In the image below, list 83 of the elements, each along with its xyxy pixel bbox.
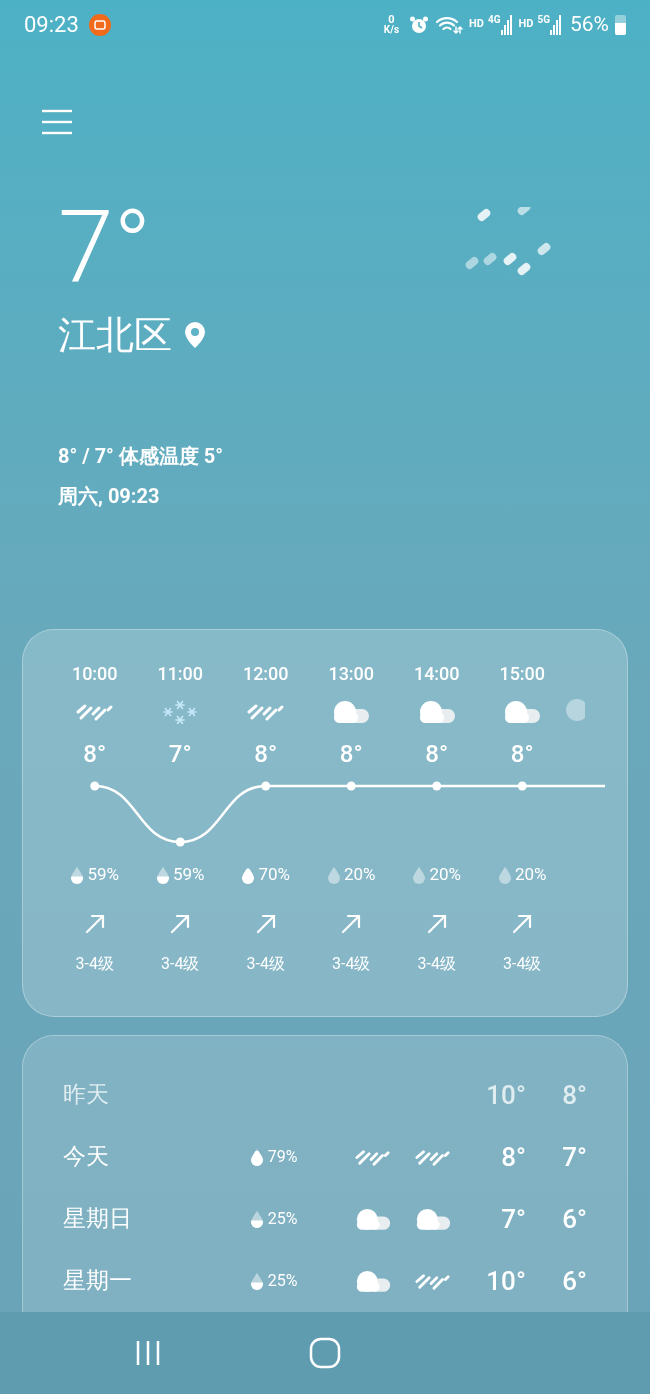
hour-label: 13:00	[328, 662, 375, 685]
raindrop-icon	[249, 1148, 264, 1166]
hour-label: 12:00	[242, 662, 289, 685]
raindrop-icon	[497, 865, 512, 884]
high-temperature: 10°	[485, 1264, 526, 1298]
network-speed-unit: K/s	[383, 24, 400, 35]
rain-icon	[413, 1147, 452, 1167]
wind-level: 3-4级	[332, 952, 371, 975]
high-temperature: 8°	[500, 1140, 526, 1174]
location-pin-icon	[184, 321, 206, 350]
wind-level: 3-4级	[503, 952, 542, 975]
cloud-icon	[502, 700, 543, 725]
rain-icon	[245, 702, 286, 723]
precipitation-chance: 20%	[429, 863, 462, 887]
precipitation-chance: 25%	[267, 1208, 298, 1230]
signal-icon	[500, 14, 513, 35]
network-type-label: 5G	[537, 14, 550, 25]
hour-temperature: 7°	[168, 740, 192, 769]
precipitation-chance: 20%	[343, 863, 376, 887]
hour-label: 11:00	[157, 662, 204, 685]
cloud-icon	[331, 700, 372, 725]
low-temperature: 6°	[561, 1202, 587, 1236]
rain-icon	[413, 1271, 452, 1291]
hour-label: 10:00	[71, 662, 118, 685]
alarm-clock-icon	[409, 14, 430, 35]
rain-icon	[353, 1147, 392, 1167]
low-temperature: 6°	[561, 1264, 587, 1298]
menu-icon[interactable]	[42, 109, 72, 136]
hd-voice-label: HD	[518, 16, 534, 33]
precipitation-chance: 25%	[267, 1270, 298, 1292]
app-notification-icon	[88, 13, 111, 36]
wind-direction-arrow-icon	[255, 913, 276, 934]
precipitation-chance: 59%	[87, 863, 120, 887]
current-temperature: 7°	[58, 197, 153, 298]
raindrop-icon	[70, 865, 85, 884]
hd-voice-label: HD	[469, 16, 484, 33]
wind-level: 3-4级	[246, 952, 285, 975]
precipitation-chance: 59%	[172, 863, 205, 887]
wind-direction-arrow-icon	[512, 913, 533, 934]
wind-direction-arrow-icon	[84, 913, 105, 934]
day-name: 星期一	[63, 1265, 133, 1296]
signal-icon	[550, 14, 562, 35]
precipitation-chance: 70%	[258, 863, 291, 887]
hour-label: 15:00	[499, 662, 546, 685]
cloud-icon	[565, 698, 585, 723]
low-temperature: 8°	[561, 1078, 587, 1112]
clock: 09:23	[24, 11, 79, 40]
raindrop-icon	[241, 865, 256, 884]
raindrop-icon	[249, 1210, 264, 1228]
wind-level: 3-4级	[417, 952, 456, 975]
network-type-label: 4G	[487, 14, 501, 25]
date-time: 周六, 09:23	[58, 483, 161, 511]
wind-direction-arrow-icon	[426, 913, 447, 934]
battery-icon	[615, 14, 626, 35]
raindrop-icon	[326, 865, 341, 884]
rain-icon	[74, 702, 115, 723]
high-temperature: 10°	[485, 1078, 526, 1112]
location-name: 江北区	[58, 312, 172, 360]
hour-temperature: 8°	[510, 740, 534, 769]
wifi-icon	[435, 14, 464, 35]
raindrop-icon	[249, 1272, 264, 1290]
wind-level: 3-4级	[161, 952, 200, 975]
wind-direction-arrow-icon	[341, 913, 362, 934]
hour-temperature: 8°	[254, 740, 278, 769]
precipitation-chance: 79%	[267, 1146, 298, 1168]
battery-percentage: 56%	[570, 10, 609, 38]
wind-direction-arrow-icon	[170, 913, 191, 934]
precipitation-chance: 20%	[514, 863, 547, 887]
day-name: 星期日	[63, 1203, 133, 1234]
temperature-summary: 8° / 7° 体感温度 5°	[58, 443, 225, 471]
day-name: 昨天	[63, 1079, 110, 1110]
hour-label: 14:00	[413, 662, 460, 685]
wind-level: 3-4级	[75, 952, 114, 975]
day-name: 今天	[63, 1141, 110, 1172]
raindrop-icon	[155, 865, 170, 884]
hour-temperature: 8°	[83, 740, 107, 769]
high-temperature: 7°	[500, 1202, 526, 1236]
raindrop-icon	[412, 865, 427, 884]
network-speed-value: 0	[388, 14, 395, 25]
home-icon[interactable]	[309, 1337, 341, 1369]
low-temperature: 7°	[561, 1140, 587, 1174]
hour-temperature: 8°	[339, 740, 363, 769]
hour-temperature: 8°	[425, 740, 449, 769]
